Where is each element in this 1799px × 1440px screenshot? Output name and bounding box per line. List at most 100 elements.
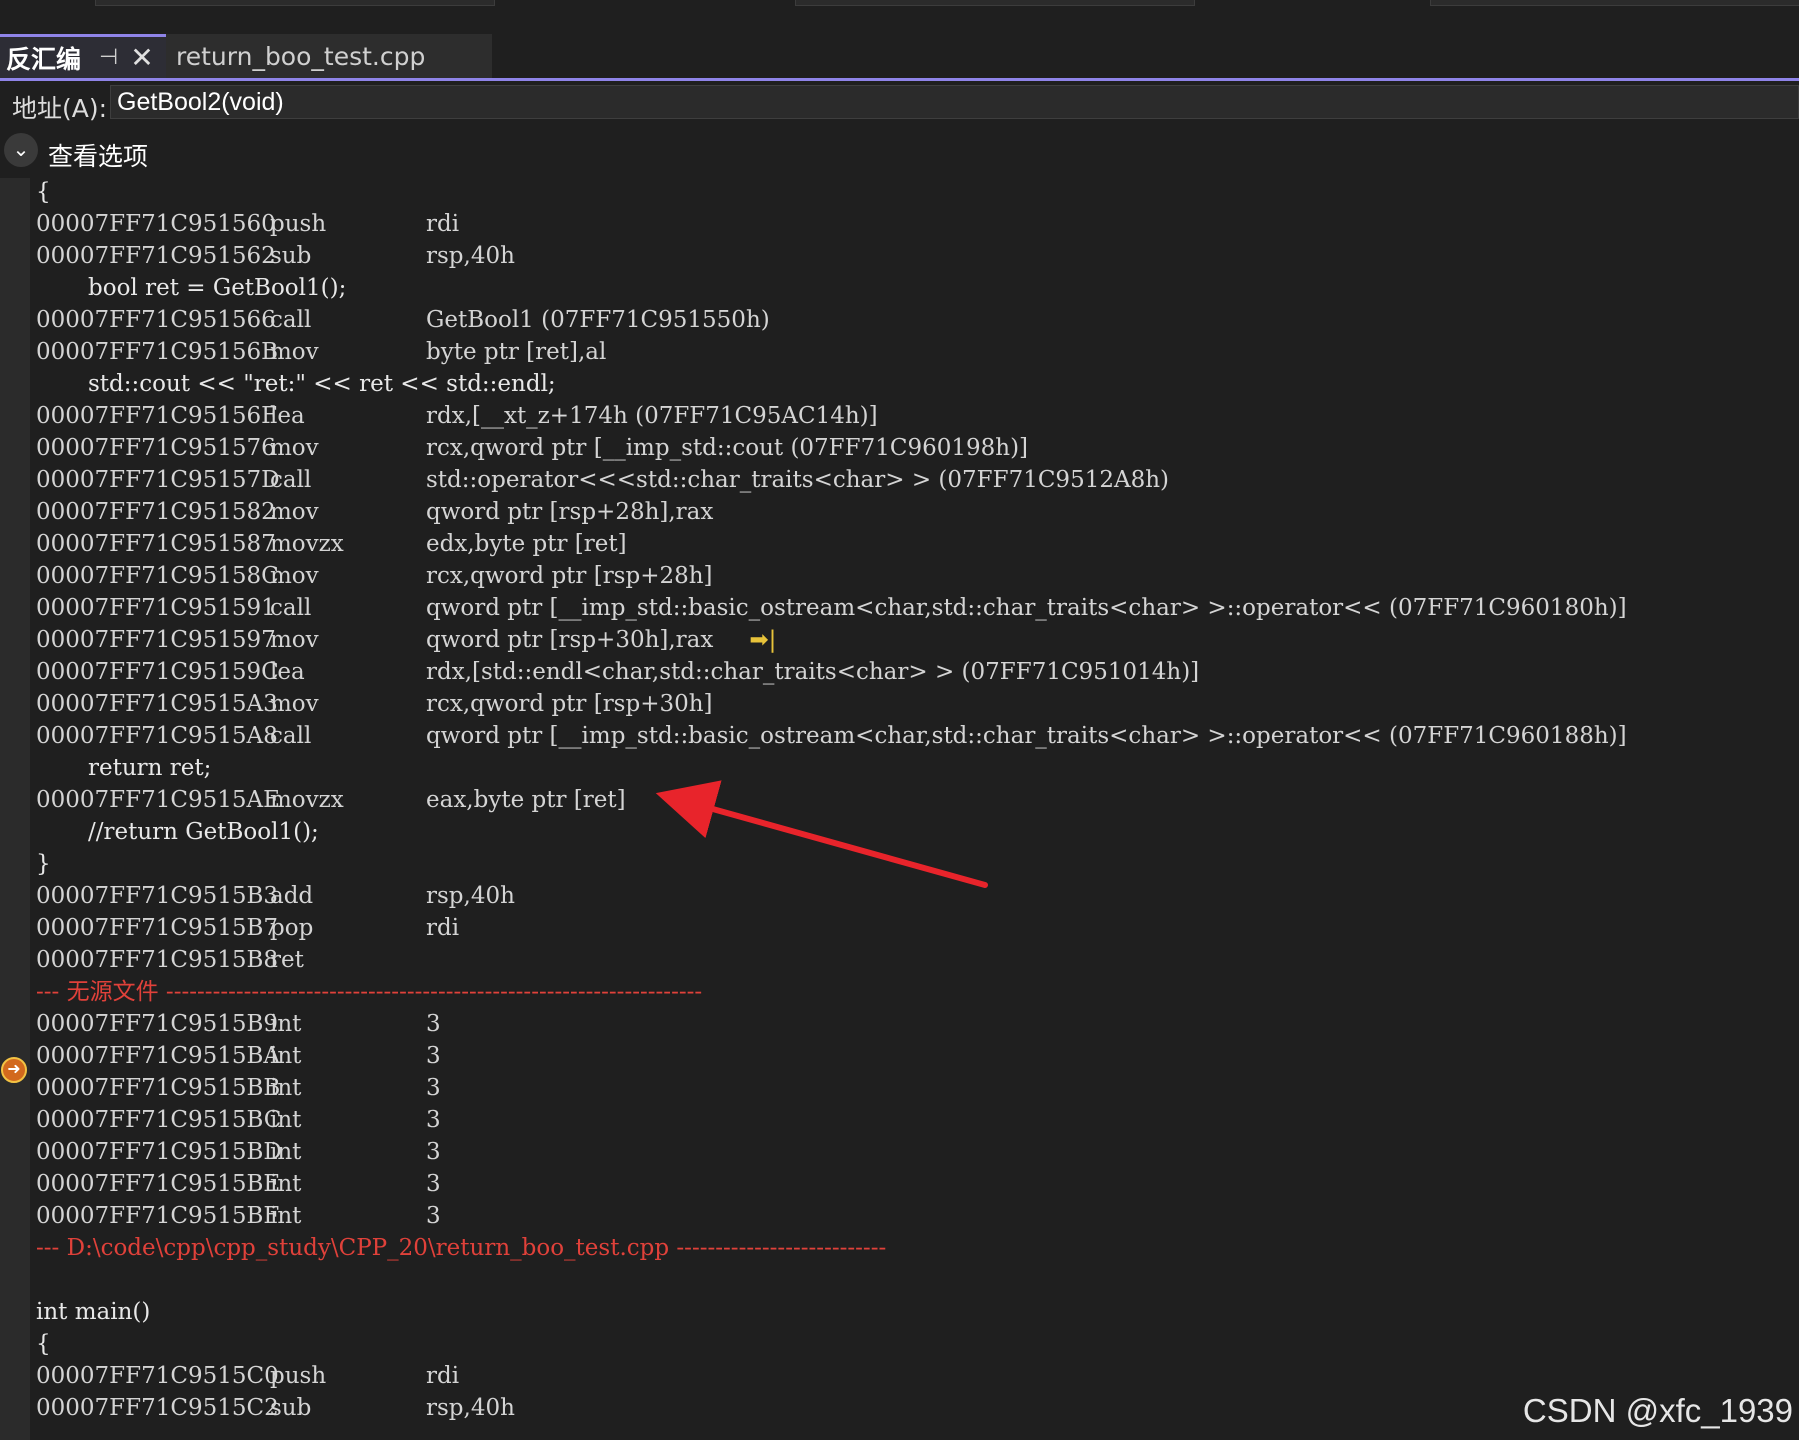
source-text: int main() (36, 1299, 151, 1325)
asm-opcode: mov (270, 627, 319, 653)
source-line[interactable]: return ret; (36, 752, 1796, 784)
asm-operands: rsp,40h (426, 883, 515, 909)
address-bar: 地址(A): GetBool2(void) (0, 81, 1799, 123)
asm-address: 00007FF71C951562 (36, 243, 276, 269)
tab-disassembly[interactable]: 反汇编 ⊣ ✕ (0, 34, 166, 78)
asm-operands: rsp,40h (426, 1395, 515, 1421)
tab-bar: 反汇编 ⊣ ✕ return_boo_test.cpp (0, 34, 1799, 81)
asm-line[interactable]: 00007FF71C951560push rdi (36, 208, 1796, 240)
asm-line[interactable]: 00007FF71C951582mov qword ptr [rsp+28h],r… (36, 496, 1796, 528)
asm-operands: qword ptr [rsp+30h],rax (426, 627, 714, 653)
asm-operands: qword ptr [__imp_std::basic_ostream<char… (426, 723, 1627, 749)
view-options-label: 查看选项 (48, 142, 149, 171)
source-line[interactable]: std::cout << "ret:" << ret << std::endl; (36, 368, 1796, 400)
asm-opcode: push (270, 211, 327, 237)
asm-operands: 3 (426, 1139, 441, 1165)
asm-opcode: mov (270, 563, 319, 589)
asm-line[interactable]: 00007FF71C95158Cmov rcx,qword ptr [rsp+28… (36, 560, 1796, 592)
asm-line[interactable]: 00007FF71C9515BCint 3 (36, 1104, 1796, 1136)
source-line[interactable]: //return GetBool1(); (36, 816, 1796, 848)
asm-address: 00007FF71C9515BB (36, 1075, 281, 1101)
source-line[interactable]: bool ret = GetBool1(); (36, 272, 1796, 304)
asm-line[interactable]: 00007FF71C95156Bmov byte ptr [ret],al (36, 336, 1796, 368)
asm-line[interactable]: 00007FF71C951591call qword ptr [__imp_std… (36, 592, 1796, 624)
asm-line[interactable]: 00007FF71C9515BFint 3 (36, 1200, 1796, 1232)
asm-operands: rdx,[std::endl<char,std::char_traits<cha… (426, 659, 1200, 685)
top-strip-box (1430, 0, 1799, 6)
asm-address: 00007FF71C951591 (36, 595, 276, 621)
asm-address: 00007FF71C9515A3 (36, 691, 278, 717)
asm-opcode: int (270, 1043, 302, 1069)
asm-address: 00007FF71C951597 (36, 627, 276, 653)
asm-line[interactable]: 00007FF71C951566call GetBool1 (07FF71C951… (36, 304, 1796, 336)
asm-opcode: int (270, 1203, 302, 1229)
asm-opcode: call (270, 595, 312, 621)
chevron-down-icon[interactable]: ⌄ (4, 133, 38, 167)
asm-line[interactable]: 00007FF71C9515BEint 3 (36, 1168, 1796, 1200)
asm-address: 00007FF71C951566 (36, 307, 276, 333)
asm-address: 00007FF71C9515B3 (36, 883, 279, 909)
tab-disassembly-label: 反汇编 (6, 44, 82, 74)
asm-operands: 3 (426, 1043, 441, 1069)
asm-line[interactable]: 00007FF71C9515BAint 3 (36, 1040, 1796, 1072)
pin-icon[interactable]: ⊣ (99, 45, 118, 70)
asm-opcode: call (270, 307, 312, 333)
asm-operands: 3 (426, 1011, 441, 1037)
close-icon[interactable]: ✕ (130, 41, 153, 74)
tab-source-file[interactable]: return_boo_test.cpp (166, 34, 492, 78)
asm-opcode: mov (270, 499, 319, 525)
margin-gutter[interactable]: ➜ (0, 178, 30, 1440)
asm-opcode: mov (270, 339, 319, 365)
asm-line[interactable]: 00007FF71C951597mov qword ptr [rsp+30h],r… (36, 624, 1796, 656)
source-line[interactable]: int main() (36, 1296, 1796, 1328)
asm-operands: eax,byte ptr [ret] (426, 787, 626, 813)
asm-opcode: add (270, 883, 314, 909)
disassembly-view[interactable]: {00007FF71C951560push rdi 00007FF71C951562… (36, 176, 1796, 1436)
asm-opcode: movzx (270, 787, 344, 813)
asm-line[interactable]: 00007FF71C951576mov rcx,qword ptr [__imp_… (36, 432, 1796, 464)
run-to-cursor-icon[interactable]: ➡| (749, 624, 776, 656)
asm-line[interactable]: 00007FF71C9515B7pop rdi (36, 912, 1796, 944)
address-label: 地址(A): (12, 94, 108, 123)
asm-line[interactable]: 00007FF71C9515B3add rsp,40h (36, 880, 1796, 912)
asm-address: 00007FF71C951582 (36, 499, 276, 525)
asm-opcode: push (270, 1363, 327, 1389)
asm-operands: qword ptr [__imp_std::basic_ostream<char… (426, 595, 1627, 621)
asm-line[interactable]: 00007FF71C95159Clea rdx,[std::endl<char,s… (36, 656, 1796, 688)
asm-opcode: int (270, 1011, 302, 1037)
view-options[interactable]: ⌄ 查看选项 (0, 131, 600, 175)
asm-line[interactable]: 00007FF71C9515A3mov rcx,qword ptr [rsp+30… (36, 688, 1796, 720)
asm-line[interactable]: 00007FF71C9515B9int 3 (36, 1008, 1796, 1040)
asm-line[interactable]: 00007FF71C9515AEmovzx eax,byte ptr [ret] (36, 784, 1796, 816)
asm-address: 00007FF71C95156B (36, 339, 279, 365)
asm-operands: 3 (426, 1107, 441, 1133)
asm-line[interactable]: 00007FF71C9515C0push rdi (36, 1360, 1796, 1392)
source-line[interactable]: } (36, 848, 1796, 880)
asm-line[interactable]: 00007FF71C9515BDint 3 (36, 1136, 1796, 1168)
asm-line[interactable]: 00007FF71C95157Dcall std::operator<<<std:… (36, 464, 1796, 496)
asm-operands: rdx,[__xt_z+174h (07FF71C95AC14h)] (426, 403, 878, 429)
asm-opcode: int (270, 1139, 302, 1165)
asm-address: 00007FF71C95158C (36, 563, 279, 589)
asm-address: 00007FF71C95156F (36, 403, 278, 429)
asm-line[interactable]: 00007FF71C9515BBint 3 (36, 1072, 1796, 1104)
asm-line[interactable]: 00007FF71C9515B8ret (36, 944, 1796, 976)
separator-line[interactable]: --- D:\code\cpp\cpp_study\CPP_20\return_… (36, 1232, 1796, 1264)
asm-opcode: lea (270, 659, 305, 685)
separator-text: --- 无源文件 -------------------------------… (36, 979, 703, 1005)
asm-address: 00007FF71C9515BE (36, 1171, 281, 1197)
asm-line[interactable]: 00007FF71C951587movzx edx,byte ptr [ret] (36, 528, 1796, 560)
asm-operands: rcx,qword ptr [rsp+28h] (426, 563, 713, 589)
asm-operands: rcx,qword ptr [rsp+30h] (426, 691, 713, 717)
separator-line[interactable]: --- 无源文件 -------------------------------… (36, 976, 1796, 1008)
asm-line[interactable]: 00007FF71C9515A8call qword ptr [__imp_std… (36, 720, 1796, 752)
asm-operands: std::operator<<<std::char_traits<char> >… (426, 467, 1169, 493)
source-line[interactable]: { (36, 176, 1796, 208)
address-input[interactable]: GetBool2(void) (110, 85, 1799, 119)
asm-line[interactable]: 00007FF71C951562sub rsp,40h (36, 240, 1796, 272)
asm-line[interactable]: 00007FF71C95156Flea rdx,[__xt_z+174h (07F… (36, 400, 1796, 432)
source-text: bool ret = GetBool1(); (88, 275, 347, 301)
source-line[interactable]: { (36, 1328, 1796, 1360)
asm-operands: 3 (426, 1075, 441, 1101)
asm-address: 00007FF71C9515AE (36, 787, 280, 813)
